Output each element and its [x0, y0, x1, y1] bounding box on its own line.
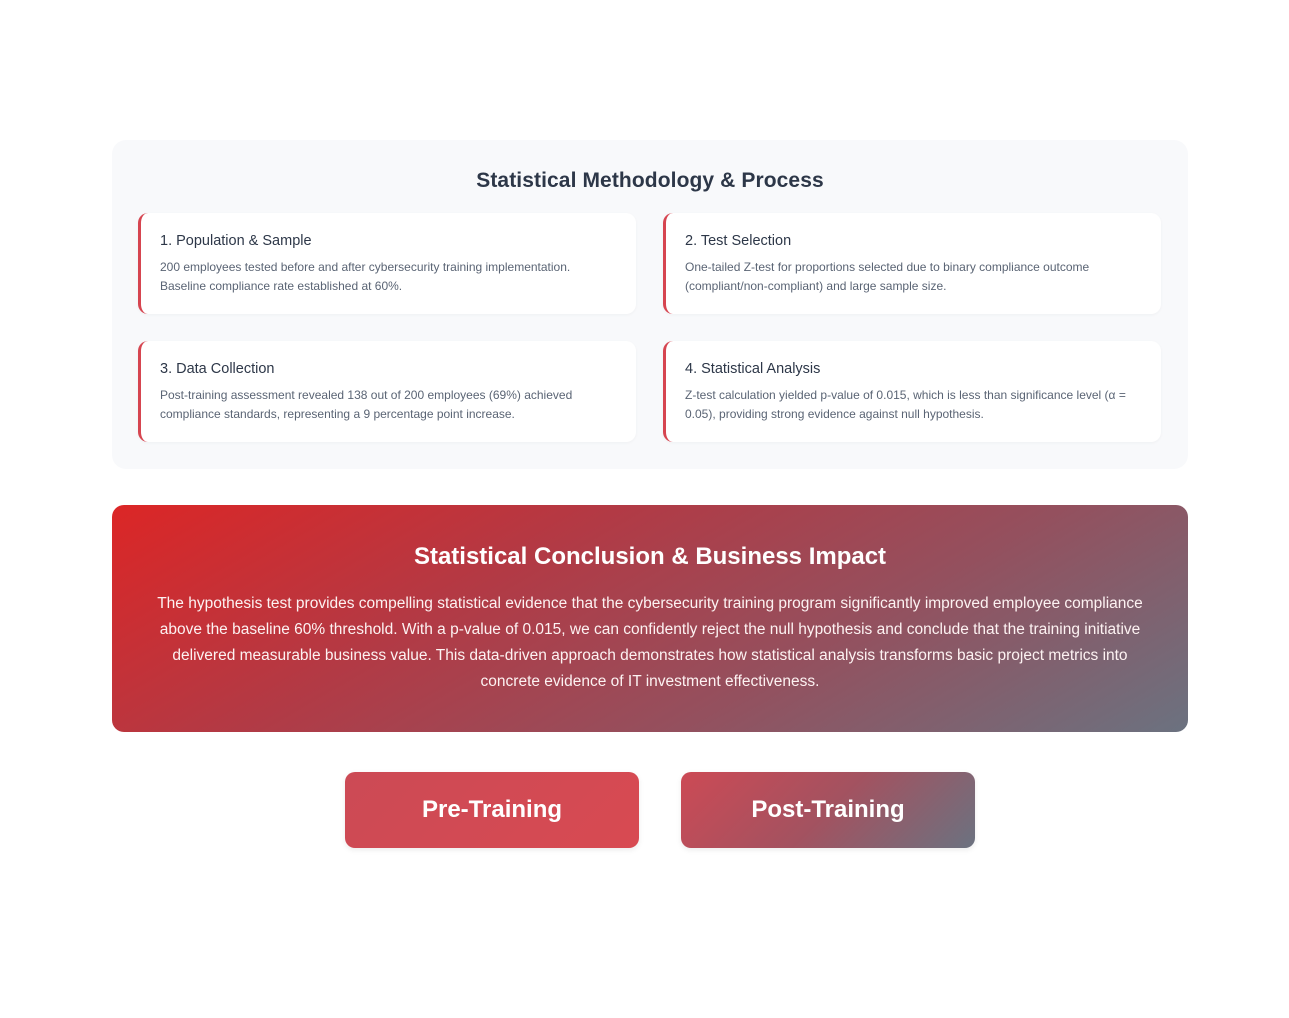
step-card-test-selection: 2. Test Selection One-tailed Z-test for …: [663, 213, 1161, 314]
post-training-button[interactable]: Post-Training: [681, 772, 975, 848]
pre-training-button[interactable]: Pre-Training: [345, 772, 639, 848]
conclusion-body: The hypothesis test provides compelling …: [157, 595, 1143, 690]
step-body: Z-test calculation yielded p-value of 0.…: [685, 388, 1126, 421]
step-card-data-collection: 3. Data Collection Post-training assessm…: [138, 341, 636, 442]
page: Statistical Methodology & Process 1. Pop…: [0, 0, 1289, 1018]
step-card-statistical-analysis: 4. Statistical Analysis Z-test calculati…: [663, 341, 1161, 442]
conclusion-banner: Statistical Conclusion & Business Impact…: [112, 505, 1188, 732]
step-body: Post-training assessment revealed 138 ou…: [160, 388, 573, 421]
step-card-population-sample: 1. Population & Sample 200 employees tes…: [138, 213, 636, 314]
methodology-panel: Statistical Methodology & Process 1. Pop…: [112, 140, 1188, 469]
conclusion-title: Statistical Conclusion & Business Impact: [413, 543, 887, 570]
step-body: One-tailed Z-test for proportions select…: [685, 260, 1090, 293]
step-title: 2. Test Selection: [685, 233, 792, 249]
methodology-title: Statistical Methodology & Process: [476, 169, 824, 192]
step-title: 1. Population & Sample: [160, 233, 312, 249]
step-body: 200 employees tested before and after cy…: [160, 260, 571, 293]
step-title: 4. Statistical Analysis: [685, 361, 821, 377]
step-title: 3. Data Collection: [160, 361, 275, 377]
